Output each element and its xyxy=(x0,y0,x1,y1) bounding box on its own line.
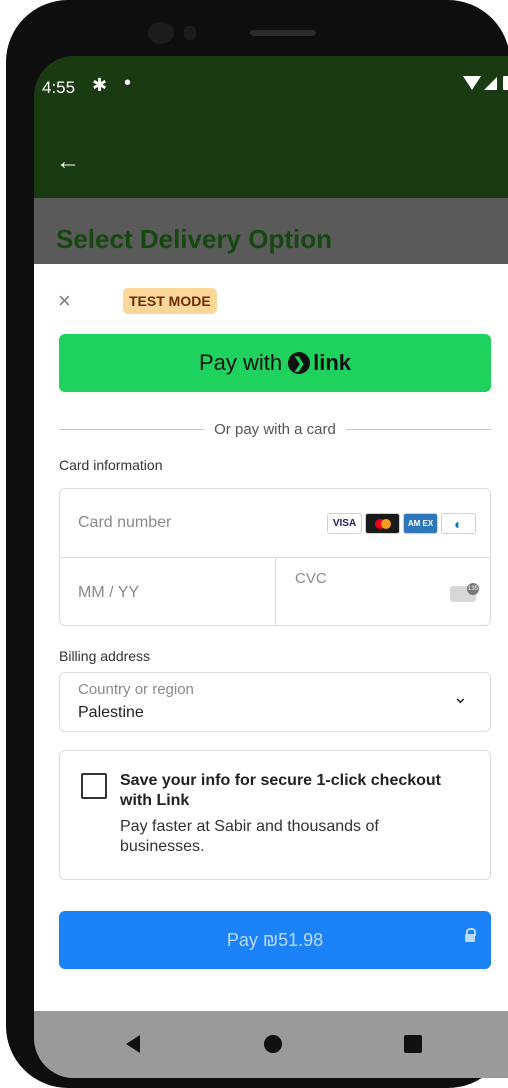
wifi-icon xyxy=(463,76,481,90)
nav-back-icon[interactable] xyxy=(126,1035,140,1053)
mastercard-icon xyxy=(365,513,400,534)
nav-home-icon[interactable] xyxy=(264,1035,282,1053)
link-logo: ❯ link xyxy=(288,350,351,376)
link-chevron-icon: ❯ xyxy=(288,352,311,374)
back-arrow-icon[interactable]: ← xyxy=(56,148,80,176)
status-bar: 4:55 ✱ • xyxy=(34,56,508,112)
card-info-label: Card information xyxy=(59,457,163,473)
field-separator xyxy=(275,558,276,625)
link-button-prefix: Pay with xyxy=(198,350,283,375)
divider-text: Or pay with a card xyxy=(214,421,336,438)
visa-icon: VISA xyxy=(327,513,362,534)
battery-icon xyxy=(503,76,508,90)
save-info-title: Save your info for secure 1-click checko… xyxy=(120,772,442,809)
status-time: 4:55 xyxy=(42,78,76,97)
phone-screen: 4:55 ✱ • ← Select Delivery Option × TEST… xyxy=(34,56,508,1078)
card-input-group: Card number VISA AM EX ◐ MM / YY CVC 135 xyxy=(59,488,491,626)
country-value: Palestine xyxy=(78,704,144,721)
card-number-placeholder: Card number xyxy=(78,514,172,531)
pay-button[interactable]: Pay ₪51.98 xyxy=(59,911,491,969)
camera-icon xyxy=(148,22,174,44)
link-brand-text: link xyxy=(313,350,352,375)
gear-icon: ✱ xyxy=(92,75,108,95)
system-icons xyxy=(463,76,508,90)
card-secondary-row: MM / YY CVC 135 xyxy=(60,558,490,625)
chevron-down-icon: ⌄ xyxy=(452,687,468,707)
expiry-field[interactable]: MM / YY xyxy=(78,584,139,602)
cvc-badge: 135 xyxy=(467,583,479,595)
save-info-checkbox[interactable] xyxy=(81,773,107,799)
cvc-field[interactable]: CVC xyxy=(295,570,327,587)
nav-recents-icon[interactable] xyxy=(404,1035,422,1053)
save-info-description: Pay faster at Sabir and thousands of bus… xyxy=(120,818,379,855)
country-select[interactable]: Country or region Palestine ⌄ xyxy=(59,672,491,732)
page-title: Select Delivery Option xyxy=(56,224,332,254)
device-frame: 4:55 ✱ • ← Select Delivery Option × TEST… xyxy=(6,0,508,1088)
billing-address-label: Billing address xyxy=(59,648,151,664)
card-number-field[interactable]: Card number VISA AM EX ◐ xyxy=(60,489,490,558)
lock-icon xyxy=(465,928,476,942)
notification-dot-icon: • xyxy=(124,72,132,94)
divider-line-left xyxy=(59,429,205,430)
divider-line-right xyxy=(345,429,491,430)
diners-icon: ◐ xyxy=(441,513,476,534)
speaker-grille xyxy=(250,30,316,36)
cvc-card-icon: 135 xyxy=(450,583,479,602)
sensor-icon xyxy=(184,26,196,40)
country-label: Country or region xyxy=(78,681,194,698)
test-mode-badge: TEST MODE xyxy=(123,288,217,314)
or-divider: Or pay with a card xyxy=(59,421,491,438)
amex-icon: AM EX xyxy=(403,513,438,534)
card-brands: VISA AM EX ◐ xyxy=(327,513,476,534)
pay-button-label: Pay ₪51.98 xyxy=(226,930,324,950)
android-nav-bar xyxy=(34,1011,508,1078)
payment-sheet: × TEST MODE Pay with ❯ link Or pay with … xyxy=(34,264,508,1014)
signal-icon xyxy=(484,76,497,90)
close-icon[interactable]: × xyxy=(58,288,71,314)
save-info-card: Save your info for secure 1-click checko… xyxy=(59,750,491,880)
pay-with-link-button[interactable]: Pay with ❯ link xyxy=(59,334,491,392)
